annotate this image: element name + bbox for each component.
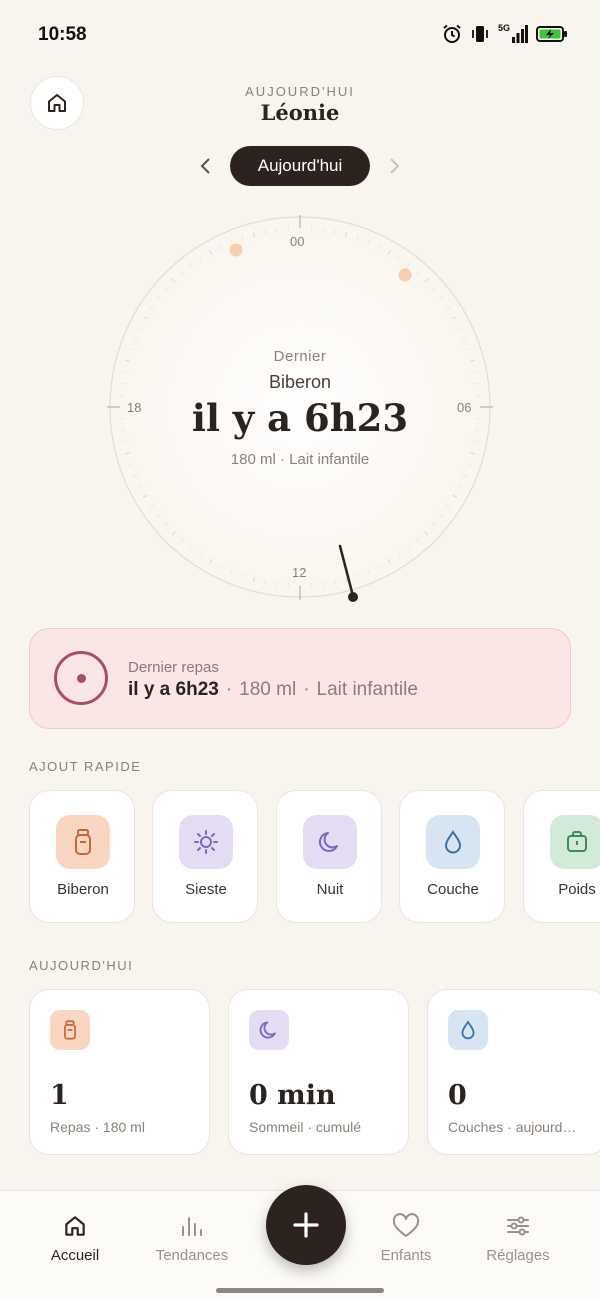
hour-label-12: 12 bbox=[292, 565, 307, 580]
stat-card-diapers[interactable]: 0 Couches · aujourd… bbox=[427, 989, 600, 1155]
drop-icon bbox=[426, 815, 480, 869]
nav-label: Accueil bbox=[50, 1247, 100, 1264]
stat-value: 0 bbox=[448, 1080, 467, 1111]
hour-label-00: 00 bbox=[290, 234, 305, 249]
event-dot bbox=[229, 243, 243, 257]
stat-label: Sommeil · cumulé bbox=[249, 1119, 362, 1135]
dial-event-detail: 180 ml · Lait infantile bbox=[230, 451, 370, 468]
quick-add-row: Biberon Sieste Nuit Couche Poids bbox=[29, 790, 600, 924]
nav-item-reglages[interactable]: Réglages bbox=[463, 1209, 573, 1264]
quick-add-nuit[interactable]: Nuit bbox=[276, 790, 382, 923]
clock-dial: 00 06 12 18 Dernier Biberon il y a 6h23 … bbox=[0, 200, 600, 620]
dial-tick bbox=[322, 581, 325, 587]
last-meal-volume: 180 ml bbox=[239, 679, 297, 700]
scale-icon bbox=[550, 815, 600, 869]
quick-add-biberon[interactable]: Biberon bbox=[29, 790, 135, 923]
header-subtitle: AUJOURD'HUI bbox=[245, 84, 355, 99]
dial-tick bbox=[275, 581, 278, 587]
quick-add-couche[interactable]: Couche bbox=[399, 790, 505, 923]
dial-elapsed-time: il y a 6h23 bbox=[191, 396, 409, 440]
heart-icon bbox=[351, 1209, 461, 1243]
today-title: AUJOURD'HUI bbox=[29, 958, 134, 973]
next-day-button[interactable] bbox=[382, 154, 406, 178]
dial-event-type: Biberon bbox=[268, 372, 332, 392]
drop-icon bbox=[448, 1010, 488, 1050]
alarm-icon bbox=[443, 24, 461, 43]
status-icons: 5G bbox=[442, 23, 568, 44]
quick-add-label: Couche bbox=[427, 881, 479, 898]
moon-icon bbox=[303, 815, 357, 869]
chevron-left-icon bbox=[200, 158, 210, 174]
stat-value: 0 min bbox=[249, 1080, 336, 1111]
last-meal-title: Dernier repas bbox=[128, 659, 219, 676]
nav-item-accueil[interactable]: Accueil bbox=[20, 1209, 130, 1264]
dial-tick bbox=[322, 227, 325, 233]
battery-icon bbox=[536, 26, 567, 42]
bar-chart-icon bbox=[137, 1209, 247, 1243]
stat-label: Repas · 180 ml bbox=[50, 1119, 145, 1135]
plus-icon bbox=[293, 1212, 319, 1238]
meal-target-icon bbox=[54, 651, 108, 705]
current-day-pill[interactable]: Aujourd'hui bbox=[230, 146, 370, 186]
bottle-icon bbox=[50, 1010, 90, 1050]
vibrate-icon bbox=[472, 26, 488, 42]
quick-add-label: Poids bbox=[558, 881, 596, 898]
chevron-right-icon bbox=[390, 158, 400, 174]
stat-card-meals[interactable]: 1 Repas · 180 ml bbox=[29, 989, 210, 1155]
previous-day-button[interactable] bbox=[194, 154, 218, 178]
child-name: Léonie bbox=[260, 100, 340, 125]
nav-label: Réglages bbox=[486, 1247, 550, 1264]
sun-icon bbox=[179, 815, 233, 869]
bottle-icon bbox=[56, 815, 110, 869]
quick-add-label: Nuit bbox=[316, 881, 344, 898]
stat-value: 1 bbox=[50, 1080, 69, 1111]
home-indicator[interactable] bbox=[216, 1288, 384, 1293]
quick-add-sieste[interactable]: Sieste bbox=[152, 790, 258, 923]
moon-icon bbox=[249, 1010, 289, 1050]
nav-item-enfants[interactable]: Enfants bbox=[351, 1209, 461, 1264]
dial-tick bbox=[275, 227, 278, 233]
quick-add-label: Biberon bbox=[57, 881, 109, 898]
dial-kicker: Dernier bbox=[273, 348, 327, 365]
status-time: 10:58 bbox=[38, 24, 87, 45]
last-meal-card[interactable]: Dernier repas il y a 6h23 · 180 ml · Lait in… bbox=[29, 628, 571, 729]
last-meal-kind: Lait infantile bbox=[316, 679, 418, 700]
today-stats-row: 1 Repas · 180 ml 0 min Sommeil · cumulé … bbox=[29, 989, 600, 1156]
stat-card-sleep[interactable]: 0 min Sommeil · cumulé bbox=[228, 989, 409, 1155]
last-meal-summary: il y a 6h23 · 180 ml · Lait infantile bbox=[128, 679, 418, 700]
date-navigation: Aujourd'hui bbox=[0, 146, 600, 186]
network-type: 5G bbox=[497, 23, 510, 33]
last-meal-elapsed: il y a 6h23 bbox=[128, 679, 219, 700]
nav-label: Enfants bbox=[380, 1247, 432, 1264]
quick-add-title: AJOUT RAPIDE bbox=[29, 759, 142, 774]
status-bar: 10:58 5G bbox=[0, 0, 600, 70]
stat-label: Couches · aujourd… bbox=[448, 1119, 577, 1135]
home-icon bbox=[20, 1209, 130, 1243]
quick-add-poids[interactable]: Poids bbox=[523, 790, 600, 923]
quick-add-label: Sieste bbox=[185, 881, 227, 898]
event-dot bbox=[398, 268, 412, 282]
add-entry-button[interactable] bbox=[266, 1185, 346, 1265]
nav-item-tendances[interactable]: Tendances bbox=[137, 1209, 247, 1264]
nav-label: Tendances bbox=[155, 1247, 229, 1264]
sliders-icon bbox=[463, 1209, 573, 1243]
signal-icon bbox=[512, 25, 528, 43]
